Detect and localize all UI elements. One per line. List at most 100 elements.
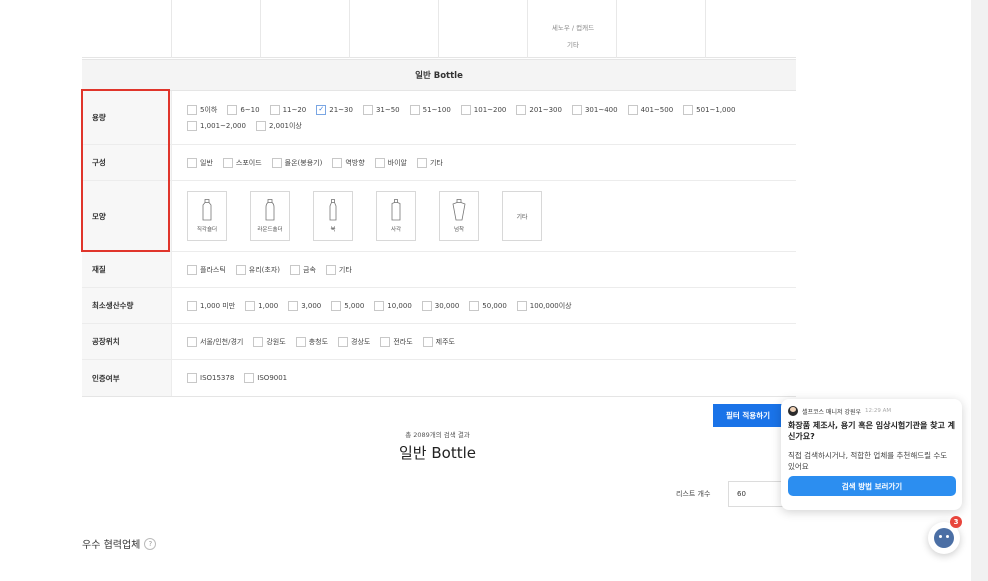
shape-option-square-shoulder[interactable]: 직각숄더 — [187, 191, 227, 241]
checkbox[interactable] — [187, 264, 197, 275]
cert-option[interactable]: ISO9001 — [244, 373, 287, 383]
capacity-option[interactable]: 51~100 — [409, 104, 451, 115]
shape-option-other[interactable]: 기타 — [502, 191, 542, 241]
capacity-option[interactable]: 301~400 — [571, 104, 618, 115]
capacity-option[interactable]: ✓ 21~30 — [316, 104, 353, 115]
capacity-option[interactable]: 1,001~2,000 — [187, 120, 246, 131]
checkbox[interactable] — [516, 104, 527, 115]
filter-label: 공장위치 — [82, 324, 172, 359]
checkbox[interactable] — [460, 104, 471, 115]
composition-option[interactable]: 기타 — [416, 157, 443, 168]
checkbox[interactable] — [227, 104, 238, 115]
material-option[interactable]: 기타 — [325, 264, 352, 275]
shape-option-round-shoulder[interactable]: 라운드숄더 — [250, 191, 290, 241]
checkbox[interactable] — [253, 336, 264, 347]
factory-option[interactable]: 서울/인천/경기 — [187, 336, 243, 347]
checkbox[interactable] — [422, 336, 433, 347]
chat-popup: 셀프코스 매니저 강원우 12:29 AM 화장품 제조사, 용기 혹은 임상시… — [781, 399, 962, 510]
bottle-icon — [391, 199, 401, 221]
filter-row-certification: 인증여부 ISO15378 ISO9001 — [82, 360, 796, 396]
checkbox[interactable] — [571, 104, 582, 115]
material-option[interactable]: 유리(초자) — [235, 264, 280, 275]
moq-option[interactable]: 1,000 — [245, 300, 278, 311]
checkbox[interactable] — [187, 120, 197, 131]
result-title: 일반 Bottle — [399, 444, 476, 462]
checkbox[interactable] — [421, 300, 432, 311]
checkbox[interactable] — [469, 300, 480, 311]
checkbox[interactable] — [269, 104, 280, 115]
checkbox[interactable] — [290, 264, 300, 275]
moq-option[interactable]: 30,000 — [421, 300, 459, 311]
capacity-option[interactable]: 101~200 — [460, 104, 507, 115]
checkbox[interactable] — [627, 104, 638, 115]
checkbox[interactable] — [244, 373, 255, 383]
moq-option[interactable]: 5,000 — [331, 300, 364, 311]
checkbox[interactable] — [271, 157, 282, 168]
factory-option[interactable]: 제주도 — [422, 336, 455, 347]
checkbox[interactable] — [187, 336, 197, 347]
checkbox[interactable] — [187, 157, 197, 168]
checkbox[interactable] — [516, 300, 527, 311]
factory-option[interactable]: 전라도 — [380, 336, 413, 347]
moq-option[interactable]: 1,000 미만 — [187, 300, 235, 311]
capacity-option[interactable]: 31~50 — [362, 104, 400, 115]
option-label: 스포이드 — [235, 158, 262, 167]
capacity-option[interactable]: 501~1,000 — [683, 104, 735, 115]
list-count-select[interactable]: 60 — [728, 481, 783, 507]
moq-option[interactable]: 10,000 — [374, 300, 412, 311]
composition-option[interactable]: 역방향 — [332, 157, 365, 168]
checkbox[interactable] — [380, 336, 391, 347]
option-label: 경상도 — [351, 337, 371, 346]
checkbox-checked[interactable]: ✓ — [316, 104, 327, 115]
factory-option[interactable]: 경상도 — [338, 336, 371, 347]
capacity-option[interactable]: 5이하 — [187, 104, 217, 115]
checkbox[interactable] — [295, 336, 306, 347]
cert-option[interactable]: ISO15378 — [187, 373, 234, 383]
shape-option-square[interactable]: 사각 — [376, 191, 416, 241]
checkbox[interactable] — [338, 336, 349, 347]
table-cell-text: 기타 — [567, 41, 579, 49]
capacity-option[interactable]: 201~300 — [516, 104, 562, 115]
composition-option[interactable]: 몰온(봉용기) — [271, 157, 322, 168]
checkbox[interactable] — [255, 120, 266, 131]
composition-option[interactable]: 일반 — [187, 157, 213, 168]
checkbox[interactable] — [288, 300, 299, 311]
material-option[interactable]: 금속 — [290, 264, 316, 275]
checkbox[interactable] — [374, 300, 385, 311]
moq-option[interactable]: 50,000 — [469, 300, 507, 311]
capacity-option[interactable]: 2,001이상 — [255, 120, 302, 131]
checkbox[interactable] — [245, 300, 256, 311]
composition-option[interactable]: 스포이드 — [222, 157, 262, 168]
checkbox[interactable] — [409, 104, 420, 115]
factory-option[interactable]: 충청도 — [295, 336, 328, 347]
checkbox[interactable] — [187, 373, 197, 383]
previous-filter-table — [82, 0, 796, 58]
checkbox[interactable] — [331, 300, 342, 311]
help-icon[interactable]: ? — [144, 537, 157, 550]
capacity-option[interactable]: 11~20 — [269, 104, 306, 115]
capacity-option[interactable]: 401~500 — [627, 104, 673, 115]
shape-option-tapered[interactable]: 넘착 — [439, 191, 479, 241]
checkbox[interactable] — [187, 300, 197, 311]
checkbox[interactable] — [683, 104, 694, 115]
capacity-option[interactable]: 6~10 — [227, 104, 260, 115]
checkbox[interactable] — [222, 157, 233, 168]
shape-option-book[interactable]: 북 — [313, 191, 353, 241]
option-label: 101~200 — [473, 105, 507, 114]
checkbox[interactable] — [332, 157, 343, 168]
option-label: 100,000이상 — [529, 301, 572, 310]
search-guide-button[interactable]: 검색 방법 보러가기 — [788, 476, 956, 496]
moq-option[interactable]: 100,000이상 — [516, 300, 572, 311]
bottle-icon — [452, 199, 466, 221]
factory-option[interactable]: 강원도 — [253, 336, 286, 347]
checkbox[interactable] — [325, 264, 336, 275]
checkbox[interactable] — [187, 104, 197, 115]
checkbox[interactable] — [362, 104, 373, 115]
apply-filter-button[interactable]: 필터 적용하기 — [713, 404, 783, 427]
checkbox[interactable] — [416, 157, 427, 168]
moq-option[interactable]: 3,000 — [288, 300, 321, 311]
checkbox[interactable] — [374, 157, 385, 168]
composition-option[interactable]: 바이알 — [374, 157, 407, 168]
material-option[interactable]: 플라스틱 — [187, 264, 226, 275]
checkbox[interactable] — [235, 264, 246, 275]
